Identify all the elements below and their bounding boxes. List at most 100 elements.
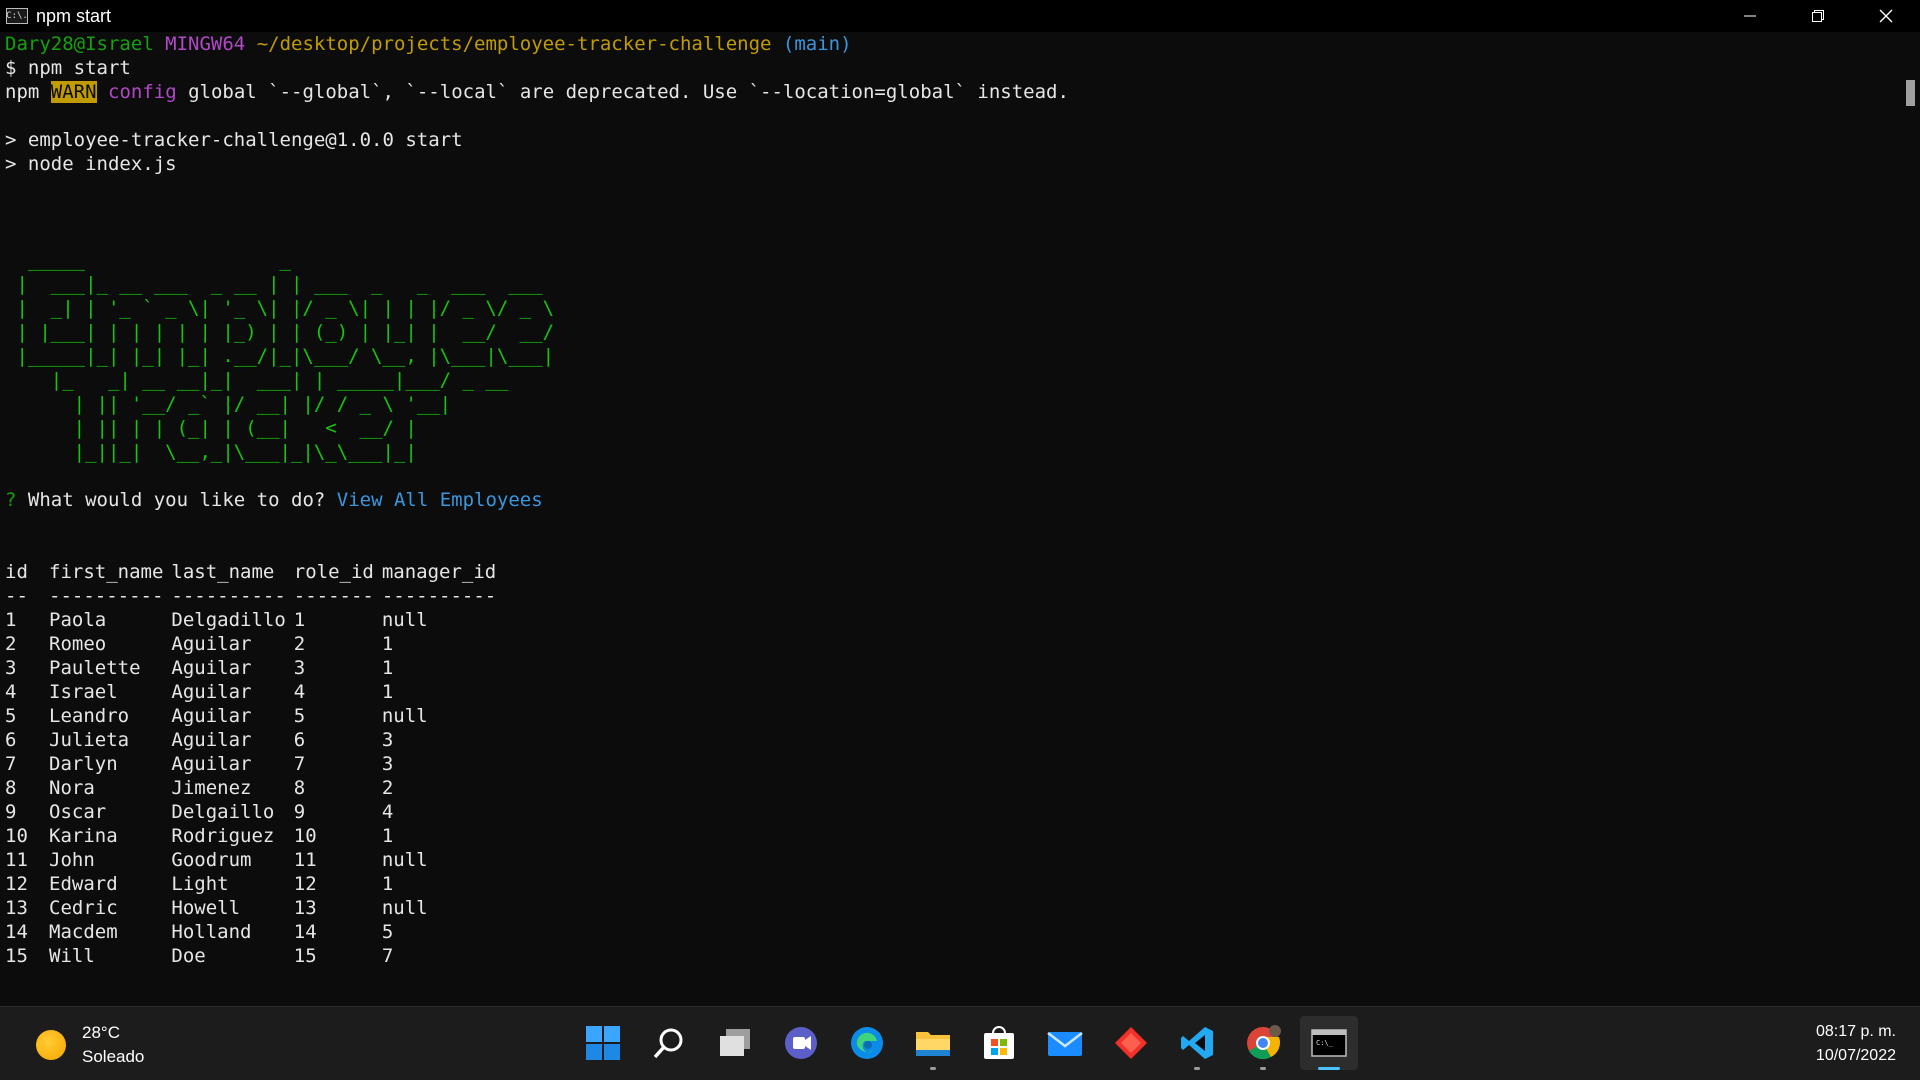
prompt-user-host: Dary28@Israel <box>5 33 154 55</box>
cell-role-id: 7 <box>293 753 306 775</box>
restore-button[interactable] <box>1784 0 1852 32</box>
prompt-env: MINGW64 <box>165 33 246 55</box>
file-explorer-icon <box>916 1032 950 1056</box>
table-row: 1 Paola Delgadillo 1 null <box>5 608 504 632</box>
cell-last-name: Aguilar <box>171 633 252 655</box>
cell-manager-id: 1 <box>381 657 394 679</box>
close-icon <box>1879 9 1893 23</box>
cell-first-name: Will <box>49 945 95 967</box>
edge-button[interactable] <box>838 1016 896 1070</box>
microsoft-store-button[interactable] <box>970 1016 1028 1070</box>
cell-last-name: ---------- <box>171 585 286 607</box>
teams-chat-icon <box>785 1027 817 1059</box>
clock-date: 10/07/2022 <box>1815 1047 1896 1064</box>
cell-first-name: ---------- <box>49 585 164 607</box>
teams-chat-button[interactable] <box>772 1016 830 1070</box>
cell-id: 2 <box>5 633 17 655</box>
search-button[interactable] <box>640 1016 698 1070</box>
terminal-output[interactable]: Dary28@Israel MINGW64 ~/desktop/projects… <box>0 32 1900 1006</box>
microsoft-store-icon <box>984 1026 1014 1059</box>
table-row: 4 Israel Aguilar 4 1 <box>5 680 504 704</box>
npm-warn-line: npm WARN config global `--global`, `--lo… <box>5 80 1900 104</box>
cell-last-name: Aguilar <box>171 657 252 679</box>
cell-first-name: Darlyn <box>49 753 118 775</box>
table-row: 5 Leandro Aguilar 5 null <box>5 704 504 728</box>
question-answer: View All Employees <box>336 489 543 511</box>
chrome-button[interactable] <box>1234 1016 1292 1070</box>
minimize-button[interactable] <box>1716 0 1784 32</box>
task-view-icon <box>720 1029 750 1056</box>
cell-manager-id: 2 <box>381 777 394 799</box>
restore-icon <box>1812 10 1824 22</box>
weather-widget[interactable]: 28°C Soleado <box>36 1021 144 1069</box>
cell-last-name: Aguilar <box>171 753 252 775</box>
cell-manager-id: null <box>381 849 428 871</box>
warn-config: config <box>108 81 177 103</box>
table-row: 9 Oscar Delgaillo 9 4 <box>5 800 504 824</box>
system-clock[interactable]: 08:17 p. m. 10/07/2022 <box>1816 1020 1896 1068</box>
cell-role-id: 5 <box>293 705 306 727</box>
cell-first-name: Cedric <box>49 897 118 919</box>
question-mark: ? <box>5 489 17 511</box>
mail-button[interactable] <box>1036 1016 1094 1070</box>
cell-id: 7 <box>5 753 17 775</box>
table-row: 8 Nora Jimenez 8 2 <box>5 776 504 800</box>
cell-manager-id: 4 <box>381 801 394 823</box>
git-button[interactable] <box>1102 1016 1160 1070</box>
table-separator-row: -- ---------- ---------- ------- ---------- <box>5 584 504 608</box>
cell-last-name: Aguilar <box>171 681 252 703</box>
weather-text: 28°C Soleado <box>82 1021 144 1069</box>
title-bar[interactable]: C:\. npm start <box>0 0 1920 32</box>
cell-manager-id: null <box>381 705 428 727</box>
cell-last-name: Aguilar <box>171 705 252 727</box>
table-row: 13 Cedric Howell 13 null <box>5 896 504 920</box>
table-row: 11 John Goodrum 11 null <box>5 848 504 872</box>
cell-role-id: role_id <box>293 561 374 583</box>
terminal-button[interactable]: C:\_ <box>1300 1016 1358 1070</box>
cell-first-name: Oscar <box>49 801 107 823</box>
terminal-icon: C:\_ <box>1311 1029 1347 1057</box>
table-row: 7 Darlyn Aguilar 7 3 <box>5 752 504 776</box>
cell-role-id: 8 <box>293 777 306 799</box>
vertical-scrollbar[interactable] <box>1900 32 1920 1006</box>
question-text: What would you like to do? <box>27 489 326 511</box>
table-row: 2 Romeo Aguilar 2 1 <box>5 632 504 656</box>
cell-id: 14 <box>5 921 28 943</box>
cell-id: 10 <box>5 825 28 847</box>
table-row: 12 Edward Light 12 1 <box>5 872 504 896</box>
running-indicator <box>1260 1067 1266 1070</box>
vscode-button[interactable] <box>1168 1016 1226 1070</box>
cell-first-name: Macdem <box>49 921 118 943</box>
cell-manager-id: 3 <box>381 753 394 775</box>
table-row: 3 Paulette Aguilar 3 1 <box>5 656 504 680</box>
cell-manager-id: 1 <box>381 681 394 703</box>
active-indicator <box>1318 1067 1340 1070</box>
cell-role-id: 12 <box>293 873 317 895</box>
cell-last-name: Rodriguez <box>171 825 275 847</box>
close-button[interactable] <box>1852 0 1920 32</box>
cell-manager-id: 1 <box>381 825 394 847</box>
prompt-branch: (main) <box>782 33 852 55</box>
running-indicator <box>1194 1067 1200 1070</box>
cell-manager-id: 3 <box>381 729 394 751</box>
task-view-button[interactable] <box>706 1016 764 1070</box>
file-explorer-button[interactable] <box>904 1016 962 1070</box>
scrollbar-thumb[interactable] <box>1906 80 1915 106</box>
script-line-node: > node index.js <box>5 153 177 175</box>
cell-manager-id: null <box>381 609 428 631</box>
windows-start-button[interactable] <box>574 1016 632 1070</box>
cell-first-name: Paola <box>49 609 107 631</box>
warn-message: global `--global`, `--local` are depreca… <box>188 81 1069 103</box>
table-header-row: id first_name last_name role_id manager_id <box>5 560 504 584</box>
vscode-icon <box>1181 1027 1213 1059</box>
svg-text:C:\_: C:\_ <box>1316 1039 1334 1047</box>
window-controls <box>1716 0 1920 32</box>
cell-role-id: ------- <box>293 585 374 607</box>
table-row: 6 Julieta Aguilar 6 3 <box>5 728 504 752</box>
cell-role-id: 9 <box>293 801 306 823</box>
ascii-banner: _____ _ | ___|_ __ ___ _ __ | | ___ _ _ … <box>16 249 555 463</box>
cell-first-name: Leandro <box>49 705 130 727</box>
